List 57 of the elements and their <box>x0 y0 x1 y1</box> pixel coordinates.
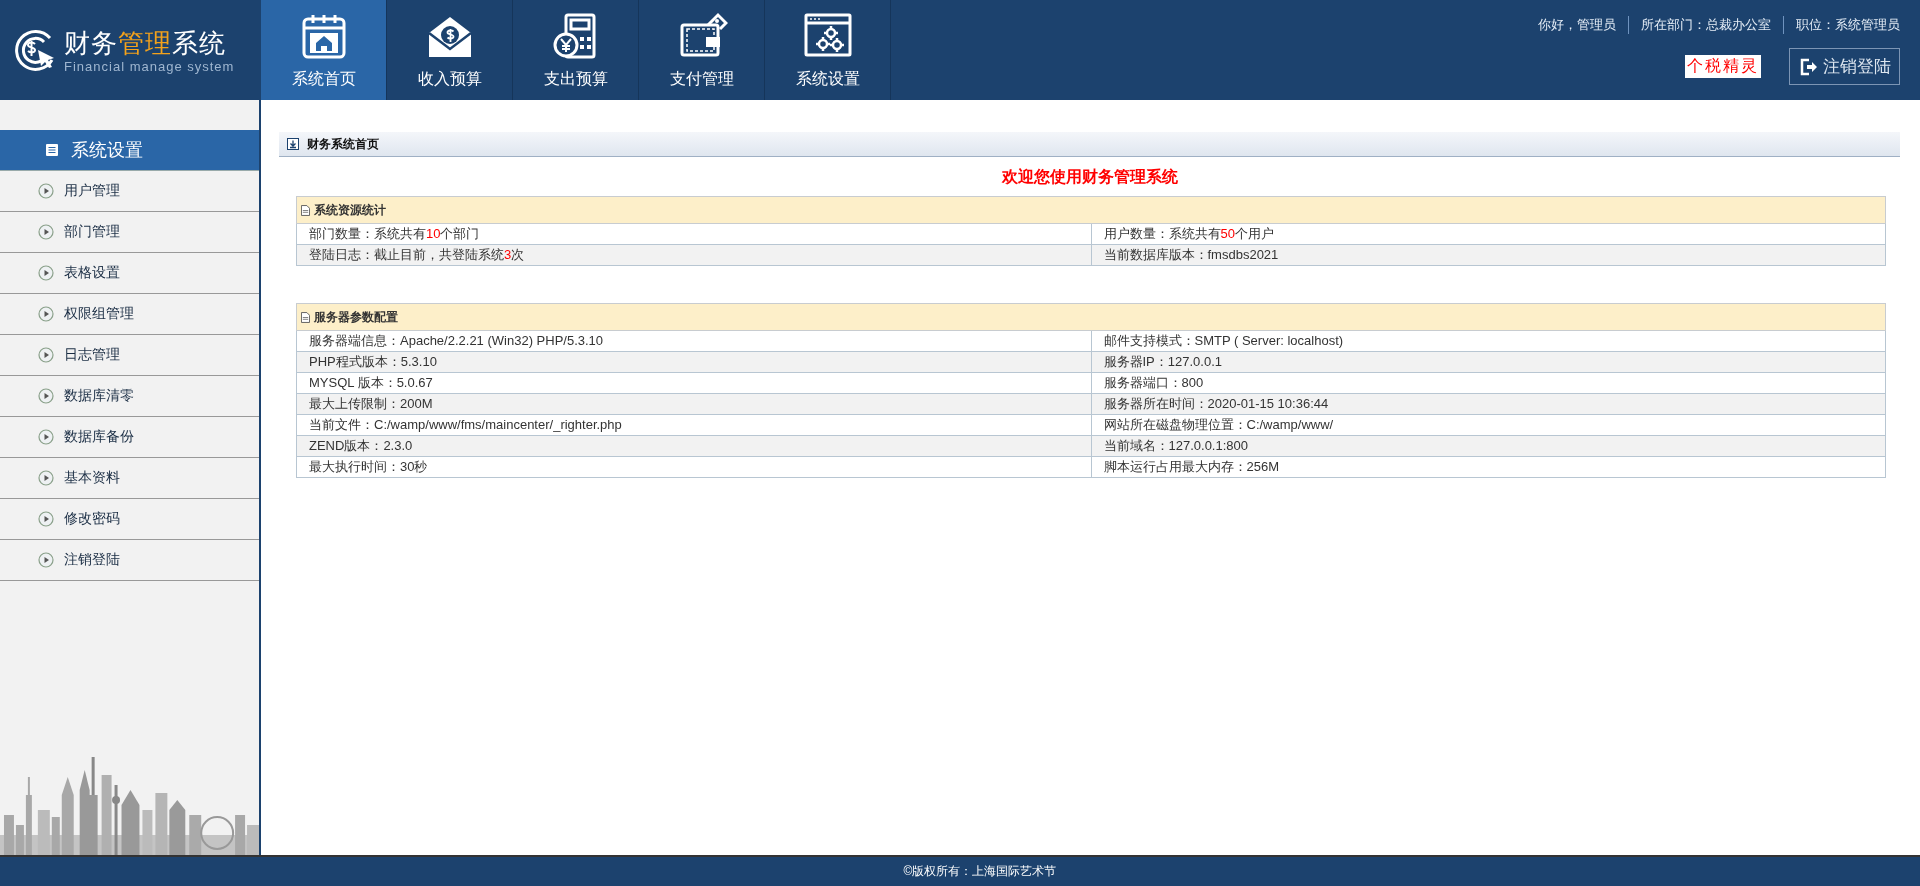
table-cell: 邮件支持模式：SMTP ( Server: localhost) <box>1091 330 1886 352</box>
sidebar-item[interactable]: 修改密码 <box>0 499 259 540</box>
play-circle-icon <box>38 224 54 240</box>
list-icon <box>45 143 59 157</box>
download-square-icon <box>287 138 299 150</box>
user-info-text: 所在部门：总裁办公室 <box>1628 16 1771 34</box>
play-circle-icon <box>38 183 54 199</box>
table-cell: 脚本运行占用最大内存：256M <box>1091 456 1886 478</box>
welcome-heading: 欢迎您使用财务管理系统 <box>1000 167 1179 187</box>
table-cell: 最大执行时间：30秒 <box>296 456 1091 478</box>
table-cell: 最大上传限制：200M <box>296 393 1091 415</box>
play-circle-icon <box>38 511 54 527</box>
logout-button[interactable]: 注销登陆 <box>1789 48 1900 85</box>
sidebar-item[interactable]: 用户管理 <box>0 171 259 212</box>
sidebar-item[interactable]: 基本资料 <box>0 458 259 499</box>
document-icon <box>301 204 310 216</box>
table-cell: 服务器端口：800 <box>1091 372 1886 394</box>
table-cell: 当前数据库版本：fmsdbs2021 <box>1091 244 1886 266</box>
app-subtitle: Financial manage system <box>64 58 235 74</box>
user-info-text: 职位：系统管理员 <box>1783 16 1900 34</box>
play-circle-icon <box>38 429 54 445</box>
play-circle-icon <box>38 265 54 281</box>
user-info-text: 你好，管理员 <box>1538 16 1616 34</box>
sidebar-item[interactable]: 部门管理 <box>0 212 259 253</box>
play-circle-icon <box>38 388 54 404</box>
play-circle-icon <box>38 347 54 363</box>
sidebar-item[interactable]: 权限组管理 <box>0 294 259 335</box>
table-cell: 服务器端信息：Apache/2.2.21 (Win32) PHP/5.3.10 <box>296 330 1091 352</box>
copyright-text: ©版权所有：上海国际艺术节 <box>903 863 1057 880</box>
play-circle-icon <box>38 552 54 568</box>
logout-icon <box>1798 56 1818 77</box>
table-cell: 用户数量：系统共有50个用户 <box>1091 223 1886 245</box>
table-cell: PHP程式版本：5.3.10 <box>296 351 1091 373</box>
table-cell: 当前域名：127.0.0.1:800 <box>1091 435 1886 457</box>
sidebar-item[interactable]: 数据库清零 <box>0 376 259 417</box>
play-circle-icon <box>38 470 54 486</box>
document-icon <box>301 311 310 323</box>
sidebar-item[interactable]: 表格设置 <box>0 253 259 294</box>
sidebar-item[interactable]: 注销登陆 <box>0 540 259 581</box>
panel-title: 系统资源统计 <box>314 201 386 219</box>
nav-tab[interactable]: 系统首页 <box>261 0 387 100</box>
tax-assistant-link[interactable]: 个税精灵 <box>1685 55 1761 78</box>
table-cell: 服务器IP：127.0.0.1 <box>1091 351 1886 373</box>
table-cell: 登陆日志：截止目前，共登陆系统3次 <box>296 244 1091 266</box>
panel-title: 服务器参数配置 <box>314 308 398 326</box>
breadcrumb-title: 财务系统首页 <box>307 135 379 153</box>
sidebar-item[interactable]: 数据库备份 <box>0 417 259 458</box>
table-cell: 当前文件：C:/wamp/www/fms/maincenter/_righter.php <box>296 414 1091 436</box>
table-cell: 网站所在磁盘物理位置：C:/wamp/www/ <box>1091 414 1886 436</box>
table-cell: ZEND版本：2.3.0 <box>296 435 1091 457</box>
table-cell: MYSQL 版本：5.0.67 <box>296 372 1091 394</box>
sidebar-item[interactable]: 日志管理 <box>0 335 259 376</box>
table-cell: 服务器所在时间：2020-01-15 10:36:44 <box>1091 393 1886 415</box>
app-title: 财务管理系统 <box>64 26 227 59</box>
sidebar-header: 系统设置 <box>0 130 259 171</box>
table-cell: 部门数量：系统共有10个部门 <box>296 223 1091 245</box>
play-circle-icon <box>38 306 54 322</box>
